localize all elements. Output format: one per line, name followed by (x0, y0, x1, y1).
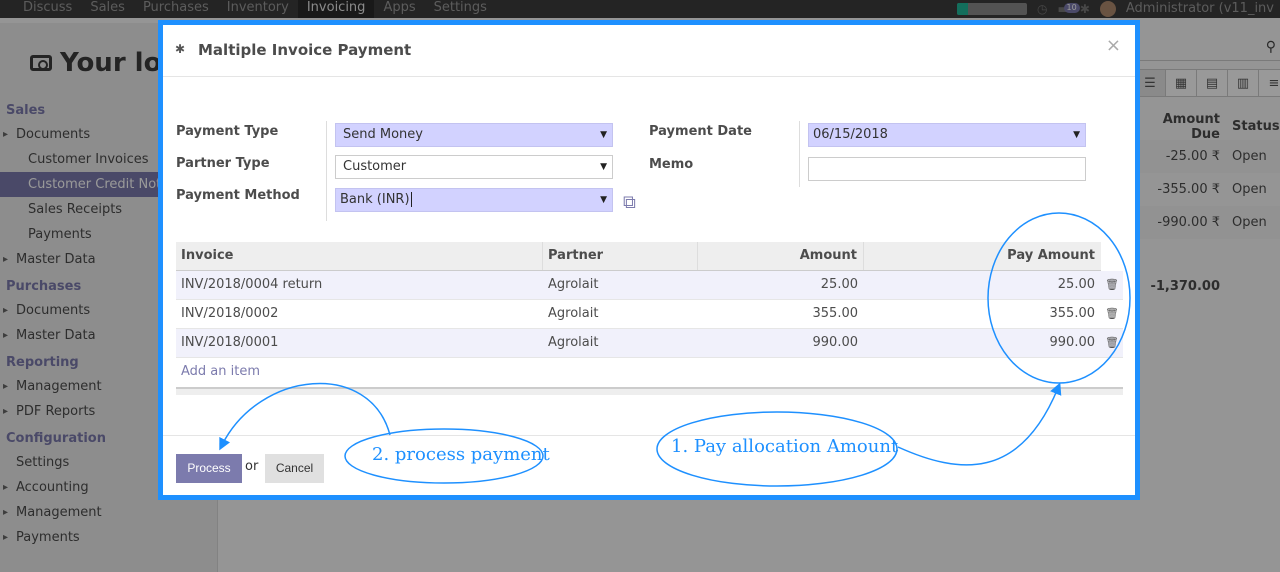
pay-amount-cell[interactable]: 990.00 (864, 329, 1101, 357)
column-invoice[interactable]: Invoice (176, 242, 543, 270)
payment-type-label: Payment Type (176, 124, 279, 139)
dropdown-arrow-icon: ▼ (600, 195, 607, 205)
invoice-cell: INV/2018/0002 (181, 306, 279, 321)
table-row[interactable]: INV/2018/0004 return Agrolait 25.00 25.00 🗑 (176, 271, 1123, 300)
payment-date-label: Payment Date (649, 124, 752, 139)
table-header: Invoice Partner Amount Pay Amount (176, 242, 1101, 271)
partner-type-label: Partner Type (176, 156, 270, 171)
external-link-icon[interactable]: ⧉ (623, 192, 636, 213)
partner-cell: Agrolait (548, 306, 599, 321)
column-pay-amount[interactable]: Pay Amount (864, 242, 1101, 270)
amount-cell: 355.00 (812, 306, 859, 321)
invoice-lines-table: Invoice Partner Amount Pay Amount INV/20… (176, 242, 1123, 395)
dialog-header: ✱ Maltiple Invoice Payment × (163, 25, 1135, 77)
column-amount[interactable]: Amount (698, 242, 864, 270)
memo-input[interactable] (808, 157, 1086, 181)
dialog-content: ✱ Maltiple Invoice Payment × Payment Typ… (163, 25, 1135, 495)
partner-type-select[interactable]: Customer ▼ (335, 155, 613, 179)
table-row[interactable]: INV/2018/0001 Agrolait 990.00 990.00 🗑 (176, 329, 1123, 358)
payment-type-value: Send Money (343, 127, 423, 142)
table-footer (176, 387, 1123, 395)
partner-cell: Agrolait (548, 277, 599, 292)
dialog-title: Maltiple Invoice Payment (198, 41, 412, 59)
or-text: or (245, 459, 259, 474)
trash-icon[interactable]: 🗑 (1101, 300, 1123, 328)
invoice-cell: INV/2018/0004 return (181, 277, 323, 292)
partner-cell: Agrolait (548, 335, 599, 350)
amount-cell: 990.00 (812, 335, 859, 350)
pay-amount-cell[interactable]: 355.00 (864, 300, 1101, 328)
cancel-button[interactable]: Cancel (265, 454, 324, 483)
memo-label: Memo (649, 157, 694, 172)
process-note: 2. process payment (372, 444, 550, 465)
pay-amount-cell[interactable]: 25.00 (864, 271, 1101, 299)
process-button[interactable]: Process (176, 454, 242, 483)
partner-type-value: Customer (343, 159, 407, 174)
payment-method-select[interactable]: Bank (INR) ▼ (335, 188, 613, 212)
bug-icon: ✱ (175, 42, 186, 56)
payment-type-select[interactable]: Send Money ▼ (335, 123, 613, 147)
add-item-link[interactable]: Add an item (176, 358, 1123, 387)
trash-icon[interactable]: 🗑 (1101, 329, 1123, 357)
payment-date-input[interactable]: 06/15/2018 ▼ (808, 123, 1086, 147)
payment-method-label: Payment Method (176, 188, 300, 203)
table-row[interactable]: INV/2018/0002 Agrolait 355.00 355.00 🗑 (176, 300, 1123, 329)
trash-icon[interactable]: 🗑 (1101, 271, 1123, 299)
amount-cell: 25.00 (820, 277, 858, 292)
dropdown-arrow-icon: ▼ (1073, 130, 1080, 140)
divider (799, 121, 800, 187)
dialog-footer: Process or Cancel (163, 435, 1135, 495)
invoice-cell: INV/2018/0001 (181, 335, 279, 350)
payment-date-value: 06/15/2018 (813, 127, 888, 142)
payment-method-value: Bank (INR) (340, 192, 410, 207)
dropdown-arrow-icon: ▼ (600, 162, 607, 172)
allocation-note: 1. Pay allocation Amount (671, 436, 899, 457)
column-partner[interactable]: Partner (543, 242, 698, 270)
dropdown-arrow-icon: ▼ (600, 130, 607, 140)
payment-dialog: ✱ Maltiple Invoice Payment × Payment Typ… (158, 20, 1140, 500)
close-icon[interactable]: × (1106, 35, 1121, 56)
divider (326, 121, 327, 221)
